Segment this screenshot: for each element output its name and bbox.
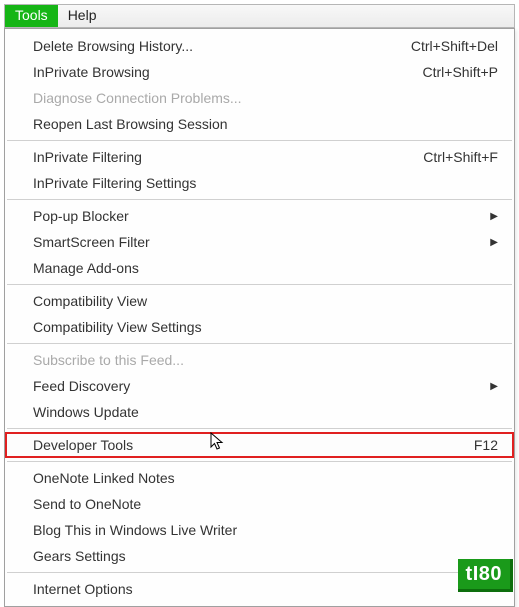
menu-item-label: InPrivate Filtering xyxy=(33,149,403,165)
menu-item-manage-add-ons[interactable]: Manage Add-ons xyxy=(5,255,514,281)
menu-separator xyxy=(7,428,512,429)
menu-item-diagnose-connection-problems: Diagnose Connection Problems... xyxy=(5,85,514,111)
menu-item-label: Compatibility View xyxy=(33,293,498,309)
menu-item-label: Reopen Last Browsing Session xyxy=(33,116,498,132)
menu-item-internet-options[interactable]: Internet Options xyxy=(5,576,514,602)
menu-item-label: Feed Discovery xyxy=(33,378,470,394)
menu-item-onenote-linked-notes[interactable]: OneNote Linked Notes xyxy=(5,465,514,491)
menu-item-shortcut: Ctrl+Shift+P xyxy=(403,64,498,80)
menu-item-pop-up-blocker[interactable]: Pop-up Blocker▶ xyxy=(5,203,514,229)
menu-item-label: Send to OneNote xyxy=(33,496,498,512)
menu-item-shortcut: Ctrl+Shift+F xyxy=(403,149,498,165)
menu-item-shortcut: Ctrl+Shift+Del xyxy=(391,38,498,54)
menu-item-inprivate-browsing[interactable]: InPrivate BrowsingCtrl+Shift+P xyxy=(5,59,514,85)
submenu-arrow-icon: ▶ xyxy=(470,381,498,392)
menu-separator xyxy=(7,572,512,573)
menu-item-developer-tools[interactable]: Developer ToolsF12 xyxy=(5,432,514,458)
menu-item-blog-this-in-windows-live-writer[interactable]: Blog This in Windows Live Writer xyxy=(5,517,514,543)
watermark-badge: tI80 xyxy=(458,559,513,592)
menu-item-compatibility-view[interactable]: Compatibility View xyxy=(5,288,514,314)
menu-item-compatibility-view-settings[interactable]: Compatibility View Settings xyxy=(5,314,514,340)
menu-item-label: Gears Settings xyxy=(33,548,498,564)
menu-item-label: Windows Update xyxy=(33,404,498,420)
menu-separator xyxy=(7,461,512,462)
menu-separator xyxy=(7,140,512,141)
menu-separator xyxy=(7,199,512,200)
menu-item-label: InPrivate Filtering Settings xyxy=(33,175,498,191)
menu-item-label: Developer Tools xyxy=(33,437,454,453)
menu-item-label: Diagnose Connection Problems... xyxy=(33,90,498,106)
menu-item-label: Blog This in Windows Live Writer xyxy=(33,522,498,538)
menu-item-smartscreen-filter[interactable]: SmartScreen Filter▶ xyxy=(5,229,514,255)
menubar-help[interactable]: Help xyxy=(58,5,107,27)
menu-separator xyxy=(7,284,512,285)
menu-item-delete-browsing-history[interactable]: Delete Browsing History...Ctrl+Shift+Del xyxy=(5,33,514,59)
menu-item-label: SmartScreen Filter xyxy=(33,234,470,250)
menu-item-inprivate-filtering[interactable]: InPrivate FilteringCtrl+Shift+F xyxy=(5,144,514,170)
menu-item-subscribe-to-this-feed: Subscribe to this Feed... xyxy=(5,347,514,373)
submenu-arrow-icon: ▶ xyxy=(470,237,498,248)
menubar: Tools Help xyxy=(4,4,515,28)
tools-dropdown-menu: Delete Browsing History...Ctrl+Shift+Del… xyxy=(4,28,515,607)
submenu-arrow-icon: ▶ xyxy=(470,211,498,222)
menu-item-label: Internet Options xyxy=(33,581,498,597)
menu-item-feed-discovery[interactable]: Feed Discovery▶ xyxy=(5,373,514,399)
menu-item-gears-settings[interactable]: Gears Settings xyxy=(5,543,514,569)
menu-item-shortcut: F12 xyxy=(454,437,498,453)
menubar-tools[interactable]: Tools xyxy=(5,5,58,27)
menu-item-send-to-onenote[interactable]: Send to OneNote xyxy=(5,491,514,517)
menu-item-label: Delete Browsing History... xyxy=(33,38,391,54)
menu-item-reopen-last-browsing-session[interactable]: Reopen Last Browsing Session xyxy=(5,111,514,137)
menu-item-label: InPrivate Browsing xyxy=(33,64,403,80)
menu-item-label: Compatibility View Settings xyxy=(33,319,498,335)
menu-item-windows-update[interactable]: Windows Update xyxy=(5,399,514,425)
menu-separator xyxy=(7,343,512,344)
menu-item-label: OneNote Linked Notes xyxy=(33,470,498,486)
menu-item-inprivate-filtering-settings[interactable]: InPrivate Filtering Settings xyxy=(5,170,514,196)
menu-item-label: Subscribe to this Feed... xyxy=(33,352,498,368)
menu-item-label: Manage Add-ons xyxy=(33,260,498,276)
menu-item-label: Pop-up Blocker xyxy=(33,208,470,224)
